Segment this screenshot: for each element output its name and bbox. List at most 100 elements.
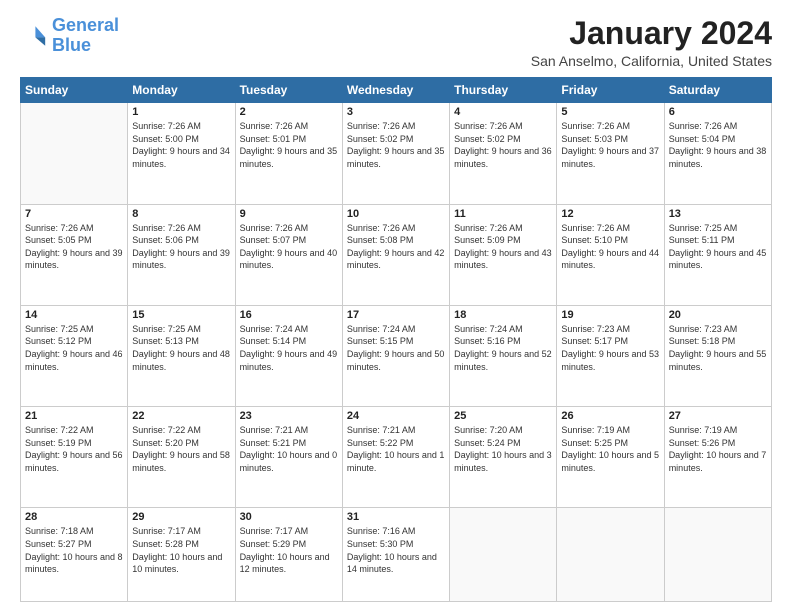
calendar-cell: 16Sunrise: 7:24 AMSunset: 5:14 PMDayligh…	[235, 305, 342, 406]
day-number: 2	[240, 106, 338, 118]
day-info: Sunrise: 7:26 AMSunset: 5:01 PMDaylight:…	[240, 120, 338, 170]
day-number: 11	[454, 208, 552, 220]
day-info: Sunrise: 7:23 AMSunset: 5:18 PMDaylight:…	[669, 323, 767, 373]
day-info: Sunrise: 7:26 AMSunset: 5:03 PMDaylight:…	[561, 120, 659, 170]
day-number: 31	[347, 511, 445, 523]
col-wednesday: Wednesday	[342, 78, 449, 103]
day-number: 22	[132, 410, 230, 422]
col-monday: Monday	[128, 78, 235, 103]
day-number: 13	[669, 208, 767, 220]
location: San Anselmo, California, United States	[531, 53, 772, 69]
day-number: 6	[669, 106, 767, 118]
day-number: 29	[132, 511, 230, 523]
day-number: 16	[240, 309, 338, 321]
calendar-cell	[557, 508, 664, 602]
day-info: Sunrise: 7:23 AMSunset: 5:17 PMDaylight:…	[561, 323, 659, 373]
day-number: 30	[240, 511, 338, 523]
calendar-week-row: 21 Sunrise: 7:22 AMSunset: 5:19 PMDayligh…	[21, 407, 772, 508]
calendar-cell: 30 Sunrise: 7:17 AMSunset: 5:29 PMDayligh…	[235, 508, 342, 602]
day-info: Sunrise: 7:26 AMSunset: 5:04 PMDaylight:…	[669, 120, 767, 170]
day-number: 9	[240, 208, 338, 220]
month-year: January 2024	[531, 16, 772, 51]
day-number: 24	[347, 410, 445, 422]
day-info: Sunrise: 7:26 AMSunset: 5:09 PMDaylight:…	[454, 222, 552, 272]
day-number: 25	[454, 410, 552, 422]
day-info: Sunrise: 7:21 AMSunset: 5:21 PMDaylight:…	[240, 424, 338, 474]
calendar-cell: 20 Sunrise: 7:23 AMSunset: 5:18 PMDayligh…	[664, 305, 771, 406]
col-saturday: Saturday	[664, 78, 771, 103]
col-tuesday: Tuesday	[235, 78, 342, 103]
title-block: January 2024 San Anselmo, California, Un…	[531, 16, 772, 69]
calendar-cell: 19 Sunrise: 7:23 AMSunset: 5:17 PMDayligh…	[557, 305, 664, 406]
calendar-cell: 5 Sunrise: 7:26 AMSunset: 5:03 PMDaylight…	[557, 103, 664, 204]
calendar-cell: 11 Sunrise: 7:26 AMSunset: 5:09 PMDayligh…	[450, 204, 557, 305]
calendar-week-row: 7Sunrise: 7:26 AMSunset: 5:05 PMDaylight…	[21, 204, 772, 305]
day-number: 3	[347, 106, 445, 118]
day-info: Sunrise: 7:20 AMSunset: 5:24 PMDaylight:…	[454, 424, 552, 474]
day-info: Sunrise: 7:26 AMSunset: 5:10 PMDaylight:…	[561, 222, 659, 272]
day-info: Sunrise: 7:18 AMSunset: 5:27 PMDaylight:…	[25, 525, 123, 575]
day-number: 5	[561, 106, 659, 118]
header: General Blue January 2024 San Anselmo, C…	[20, 16, 772, 69]
day-info: Sunrise: 7:21 AMSunset: 5:22 PMDaylight:…	[347, 424, 445, 474]
calendar-table: Sunday Monday Tuesday Wednesday Thursday…	[20, 77, 772, 602]
day-info: Sunrise: 7:26 AMSunset: 5:02 PMDaylight:…	[347, 120, 445, 170]
calendar-cell: 2 Sunrise: 7:26 AMSunset: 5:01 PMDaylight…	[235, 103, 342, 204]
day-number: 4	[454, 106, 552, 118]
col-thursday: Thursday	[450, 78, 557, 103]
day-info: Sunrise: 7:19 AMSunset: 5:26 PMDaylight:…	[669, 424, 767, 474]
day-info: Sunrise: 7:26 AMSunset: 5:08 PMDaylight:…	[347, 222, 445, 272]
calendar-cell: 12 Sunrise: 7:26 AMSunset: 5:10 PMDayligh…	[557, 204, 664, 305]
day-number: 27	[669, 410, 767, 422]
calendar-cell: 28Sunrise: 7:18 AMSunset: 5:27 PMDayligh…	[21, 508, 128, 602]
day-info: Sunrise: 7:17 AMSunset: 5:28 PMDaylight:…	[132, 525, 230, 575]
calendar-cell: 7Sunrise: 7:26 AMSunset: 5:05 PMDaylight…	[21, 204, 128, 305]
calendar-cell: 1Sunrise: 7:26 AMSunset: 5:00 PMDaylight…	[128, 103, 235, 204]
day-info: Sunrise: 7:16 AMSunset: 5:30 PMDaylight:…	[347, 525, 445, 575]
calendar-cell: 13 Sunrise: 7:25 AMSunset: 5:11 PMDayligh…	[664, 204, 771, 305]
calendar-cell: 18Sunrise: 7:24 AMSunset: 5:16 PMDayligh…	[450, 305, 557, 406]
day-info: Sunrise: 7:25 AMSunset: 5:13 PMDaylight:…	[132, 323, 230, 373]
day-number: 19	[561, 309, 659, 321]
calendar-cell: 24 Sunrise: 7:21 AMSunset: 5:22 PMDayligh…	[342, 407, 449, 508]
day-info: Sunrise: 7:22 AMSunset: 5:20 PMDaylight:…	[132, 424, 230, 474]
day-info: Sunrise: 7:19 AMSunset: 5:25 PMDaylight:…	[561, 424, 659, 474]
calendar-cell	[450, 508, 557, 602]
logo: General Blue	[20, 16, 119, 56]
col-sunday: Sunday	[21, 78, 128, 103]
calendar-cell: 23 Sunrise: 7:21 AMSunset: 5:21 PMDayligh…	[235, 407, 342, 508]
day-number: 10	[347, 208, 445, 220]
day-number: 17	[347, 309, 445, 321]
day-number: 14	[25, 309, 123, 321]
day-info: Sunrise: 7:26 AMSunset: 5:00 PMDaylight:…	[132, 120, 230, 170]
day-info: Sunrise: 7:22 AMSunset: 5:19 PMDaylight:…	[25, 424, 123, 474]
calendar-cell: 9 Sunrise: 7:26 AMSunset: 5:07 PMDaylight…	[235, 204, 342, 305]
calendar-cell: 8Sunrise: 7:26 AMSunset: 5:06 PMDaylight…	[128, 204, 235, 305]
day-info: Sunrise: 7:26 AMSunset: 5:02 PMDaylight:…	[454, 120, 552, 170]
calendar-cell: 4 Sunrise: 7:26 AMSunset: 5:02 PMDaylight…	[450, 103, 557, 204]
day-number: 8	[132, 208, 230, 220]
day-number: 7	[25, 208, 123, 220]
day-info: Sunrise: 7:26 AMSunset: 5:07 PMDaylight:…	[240, 222, 338, 272]
day-number: 18	[454, 309, 552, 321]
calendar-cell: 22 Sunrise: 7:22 AMSunset: 5:20 PMDayligh…	[128, 407, 235, 508]
day-number: 23	[240, 410, 338, 422]
logo-icon	[20, 22, 48, 50]
day-info: Sunrise: 7:24 AMSunset: 5:15 PMDaylight:…	[347, 323, 445, 373]
day-info: Sunrise: 7:25 AMSunset: 5:12 PMDaylight:…	[25, 323, 123, 373]
calendar-cell: 27 Sunrise: 7:19 AMSunset: 5:26 PMDayligh…	[664, 407, 771, 508]
day-number: 21	[25, 410, 123, 422]
day-number: 12	[561, 208, 659, 220]
page: General Blue January 2024 San Anselmo, C…	[0, 0, 792, 612]
calendar-cell: 15 Sunrise: 7:25 AMSunset: 5:13 PMDayligh…	[128, 305, 235, 406]
day-number: 15	[132, 309, 230, 321]
day-number: 20	[669, 309, 767, 321]
calendar-header-row: Sunday Monday Tuesday Wednesday Thursday…	[21, 78, 772, 103]
calendar-week-row: 14 Sunrise: 7:25 AMSunset: 5:12 PMDayligh…	[21, 305, 772, 406]
calendar-cell	[21, 103, 128, 204]
calendar-cell: 26Sunrise: 7:19 AMSunset: 5:25 PMDayligh…	[557, 407, 664, 508]
day-info: Sunrise: 7:17 AMSunset: 5:29 PMDaylight:…	[240, 525, 338, 575]
day-info: Sunrise: 7:25 AMSunset: 5:11 PMDaylight:…	[669, 222, 767, 272]
calendar-cell: 10 Sunrise: 7:26 AMSunset: 5:08 PMDayligh…	[342, 204, 449, 305]
calendar-cell: 6 Sunrise: 7:26 AMSunset: 5:04 PMDaylight…	[664, 103, 771, 204]
